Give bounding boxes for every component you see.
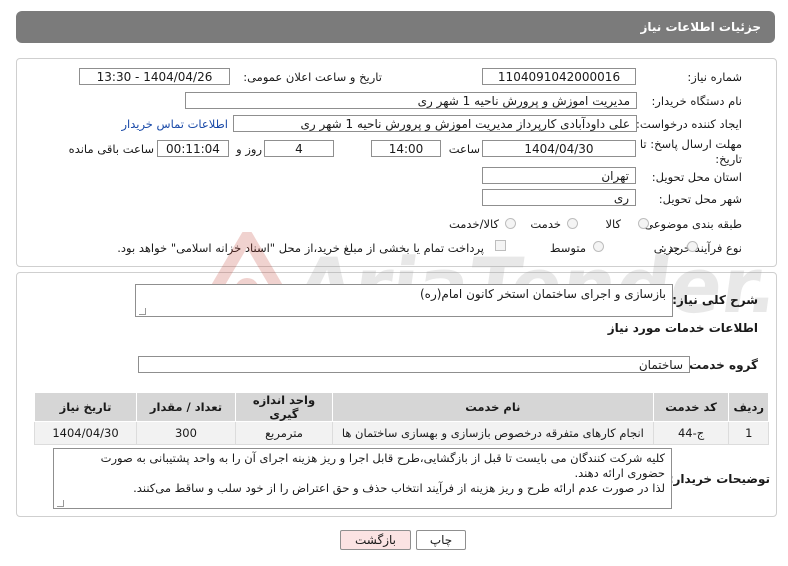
col-service-name: نام خدمت (332, 392, 654, 422)
category-option-goods-service: کالا/خدمت (448, 217, 499, 231)
announce-label: تاریخ و ساعت اعلان عمومی: (243, 70, 382, 84)
col-need-date: تاریخ نیاز (33, 392, 138, 422)
category-radio-goods-service[interactable] (505, 218, 516, 229)
resize-grip-icon[interactable] (139, 308, 146, 315)
need-number-label: شماره نیاز: (687, 70, 742, 84)
city-label: شهر محل تحویل: (658, 192, 742, 206)
deadline-label: مهلت ارسال پاسخ: تا (639, 137, 742, 151)
back-button[interactable]: بازگشت (340, 530, 411, 550)
print-button[interactable]: چاپ (416, 530, 466, 550)
category-label: طبقه بندی موضوعی: (640, 217, 742, 231)
requester-label: ایجاد کننده درخواست: (636, 117, 742, 131)
announce-field: 1404/04/26 - 13:30 (79, 68, 230, 85)
summary-label: شرح کلی نیاز: (672, 293, 758, 307)
category-option-service: خدمت (530, 217, 561, 231)
service-group-label: گروه خدمت: (684, 358, 758, 372)
buyer-notes-field: کلیه شرکت کنندگان می بایست تا قبل از باز… (53, 448, 672, 509)
cell-quantity: 300 (136, 421, 236, 445)
page-title: جزئیات اطلاعات نیاز (640, 20, 761, 34)
notes-line-2: حضوری ارائه دهند. (574, 466, 665, 480)
buyer-org-label: نام دستگاه خریدار: (651, 94, 742, 108)
category-radio-goods[interactable] (638, 218, 649, 229)
category-radio-service[interactable] (567, 218, 578, 229)
cell-service-name: انجام کارهای متفرقه درخصوص بازسازی و بهس… (332, 421, 654, 445)
cell-service-code: ج-44 (652, 421, 730, 445)
remaining-label: ساعت باقی مانده (68, 142, 154, 156)
table-row: 1 ج-44 انجام کارهای متفرقه درخصوص بازساز… (33, 421, 769, 445)
cell-unit: مترمربع (234, 421, 334, 445)
need-number-field: 1104091042000016 (482, 68, 636, 85)
deadline-label-date: تاریخ: (715, 152, 742, 166)
days-label: روز و (236, 142, 262, 156)
buyer-org-field: مدیریت اموزش و پرورش ناحیه 1 شهر ری (185, 92, 637, 109)
col-row-number: ردیف (728, 392, 769, 422)
notes-label: توضیحات خریدار: (668, 472, 770, 486)
requester-field: علی داودآبادی کارپرداز مدیریت اموزش و پر… (233, 115, 637, 132)
table-header-row: ردیف کد خدمت نام خدمت واحد اندازه گیری ت… (33, 392, 769, 422)
days-field: 4 (264, 140, 334, 157)
col-quantity: تعداد / مقدار (136, 392, 236, 422)
deadline-date-field: 1404/04/30 (482, 140, 636, 157)
province-label: استان محل تحویل: (651, 170, 742, 184)
notes-line-1: کلیه شرکت کنندگان می بایست تا قبل از باز… (100, 451, 665, 465)
notes-line-3: لذا در صورت عدم ارائه طرح و ریز هزینه از… (133, 481, 665, 495)
notes-resize-grip-icon[interactable] (57, 500, 64, 507)
remaining-time-field: 00:11:04 (157, 140, 229, 157)
city-field: ری (482, 189, 636, 206)
services-title: اطلاعات خدمات مورد نیاز (607, 321, 758, 335)
services-table: ردیف کد خدمت نام خدمت واحد اندازه گیری ت… (33, 392, 769, 445)
deadline-time-field: 14:00 (371, 140, 441, 157)
summary-field: بازسازی و اجرای ساختمان استخر کانون امام… (135, 284, 673, 317)
province-field: تهران (482, 167, 636, 184)
buyer-contact-link[interactable]: اطلاعات تماس خریدار (121, 117, 228, 131)
col-unit: واحد اندازه گیری (234, 392, 334, 422)
service-group-field: ساختمان (138, 356, 690, 373)
header-bar: جزئیات اطلاعات نیاز (16, 11, 775, 43)
col-service-code: کد خدمت (652, 392, 730, 422)
cell-row-number: 1 (728, 421, 769, 445)
time-label: ساعت (448, 142, 480, 156)
category-option-goods: کالا (605, 217, 621, 231)
cell-need-date: 1404/04/30 (33, 421, 138, 445)
